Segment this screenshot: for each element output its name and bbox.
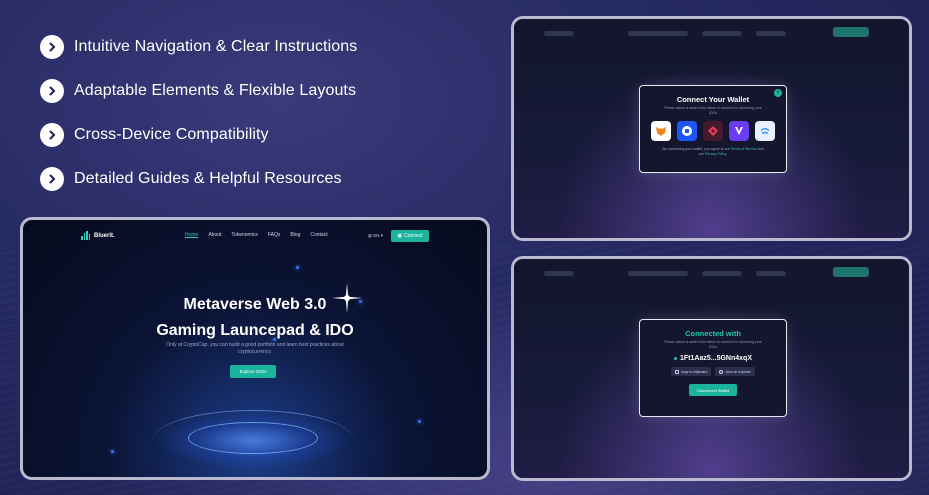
- feature-item: Cross-Device Compatibility: [40, 122, 357, 148]
- vault-icon[interactable]: [729, 121, 749, 141]
- hero-title-line2: Gaming Launcepad & IDO: [156, 322, 354, 339]
- copy-address-button[interactable]: copy to clipboard: [671, 367, 712, 376]
- wallet-icon: ▣: [397, 233, 403, 239]
- connect-label: Connect: [404, 233, 423, 239]
- wallet-actions: copy to clipboard view on explorer: [640, 367, 786, 376]
- legal-prefix: By connecting your wallet, you agree to …: [662, 147, 730, 151]
- terms-link[interactable]: Terms of Service: [731, 147, 757, 151]
- nav-menu: Home About Tokenomics FAQs Blog Contact: [185, 232, 338, 238]
- explorer-label: view on explorer: [725, 369, 751, 374]
- blurred-nav: [544, 269, 879, 277]
- copy-icon: [675, 369, 680, 374]
- landing-preview: Bluerit. Home About Tokenomics FAQs Blog…: [20, 217, 490, 480]
- modal-title: Connect Your Wallet: [676, 95, 750, 104]
- hero-platform-ring: [188, 422, 318, 454]
- connected-modal: Connected with Please select a wallet fr…: [639, 319, 787, 417]
- address-text: 1Ft1Aaz5...5GNn4xqX: [680, 355, 752, 362]
- nav-item-about[interactable]: About: [208, 232, 221, 238]
- blurred-connect-button: [833, 267, 869, 277]
- explore-idos-button[interactable]: Explore IDOs: [230, 365, 276, 378]
- nav-item-blog[interactable]: Blog: [290, 232, 300, 238]
- view-explorer-button[interactable]: view on explorer: [715, 367, 755, 376]
- chevron-down-icon: ▾: [380, 233, 383, 238]
- copy-label: copy to clipboard: [681, 369, 708, 374]
- language-label: EN: [373, 233, 380, 238]
- wallet-options: [640, 121, 786, 141]
- feature-label: Detailed Guides & Helpful Resources: [74, 170, 342, 187]
- hero-title-line1: Metaverse Web 3.0: [183, 296, 327, 313]
- globe-icon: ◍: [368, 233, 372, 238]
- star-dot: [418, 420, 421, 423]
- feature-label: Cross-Device Compatibility: [74, 126, 269, 143]
- feature-list: Intuitive Navigation & Clear Instruction…: [40, 34, 357, 210]
- star-dot: [296, 266, 299, 269]
- logo-icon: [81, 231, 91, 240]
- chevron-right-icon: [40, 123, 64, 147]
- chevron-right-icon: [40, 167, 64, 191]
- language-selector[interactable]: ◍ EN ▾: [368, 233, 383, 239]
- hero-subtitle: Only at CryptoCap, you can build a good …: [166, 342, 344, 355]
- blurred-connect-button: [833, 27, 869, 37]
- nav-item-contact[interactable]: Contact: [310, 232, 327, 238]
- connected-wallet-preview: Connected with Please select a wallet fr…: [511, 256, 912, 481]
- connect-wallet-modal: × Connect Your Wallet Please select a wa…: [639, 85, 787, 173]
- connect-wallet-preview: × Connect Your Wallet Please select a wa…: [511, 16, 912, 241]
- close-icon[interactable]: ×: [774, 89, 782, 97]
- modal-subtitle: Please select a wallet from below to con…: [664, 106, 762, 115]
- wallet-address: 1Ft1Aaz5...5GNn4xqX: [640, 355, 786, 362]
- brand-name: Bluerit.: [94, 232, 115, 239]
- disconnect-wallet-button[interactable]: Disconnect Wallet: [689, 384, 737, 396]
- metamask-icon[interactable]: [651, 121, 671, 141]
- connect-button[interactable]: ▣ Connect: [391, 230, 429, 242]
- chevron-right-icon: [40, 79, 64, 103]
- feature-item: Intuitive Navigation & Clear Instruction…: [40, 34, 357, 60]
- nav-item-tokenomics[interactable]: Tokenomics: [231, 232, 257, 238]
- privacy-link[interactable]: Privacy Policy.: [705, 152, 728, 156]
- nav-item-faqs[interactable]: FAQs: [268, 232, 281, 238]
- nav-item-home[interactable]: Home: [185, 232, 198, 238]
- legal-notice: By connecting your wallet, you agree to …: [660, 147, 766, 156]
- status-dot-icon: [674, 356, 678, 360]
- feature-item: Detailed Guides & Helpful Resources: [40, 166, 357, 192]
- coinbase-icon[interactable]: [677, 121, 697, 141]
- brand-logo[interactable]: Bluerit.: [81, 231, 115, 240]
- star-dot: [111, 450, 114, 453]
- landing-nav: Bluerit. Home About Tokenomics FAQs Blog…: [23, 230, 487, 244]
- modal-subtitle: Please select a wallet from below to con…: [664, 340, 762, 349]
- feature-label: Adaptable Elements & Flexible Layouts: [74, 82, 357, 99]
- chevron-right-icon: [40, 35, 64, 59]
- hero-title: Metaverse Web 3.0 Gaming Launcepad & IDO: [23, 292, 487, 344]
- feature-item: Adaptable Elements & Flexible Layouts: [40, 78, 357, 104]
- external-link-icon: [719, 369, 724, 374]
- trust-wallet-icon[interactable]: [703, 121, 723, 141]
- blurred-nav: [544, 29, 879, 37]
- modal-title: Connected with: [685, 329, 741, 338]
- walletconnect-icon[interactable]: [755, 121, 775, 141]
- feature-label: Intuitive Navigation & Clear Instruction…: [74, 38, 358, 55]
